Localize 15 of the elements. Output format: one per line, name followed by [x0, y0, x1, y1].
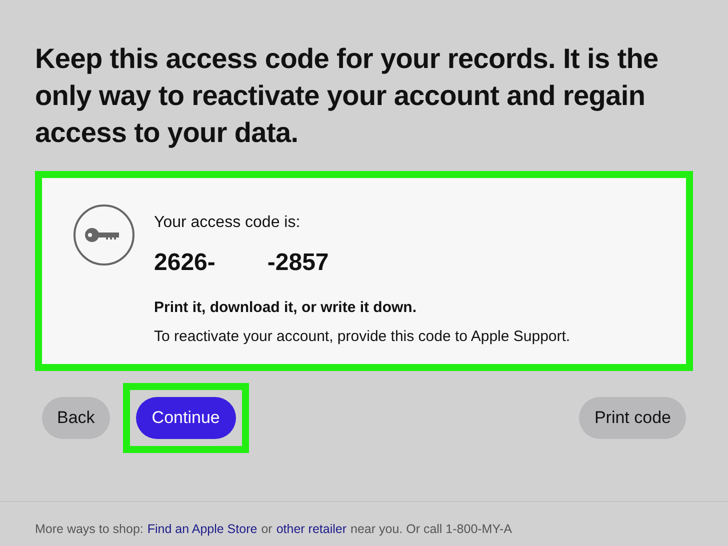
access-code: -2857: [267, 248, 329, 278]
footer-text: near you. Or call 1-800-MY-A: [350, 521, 512, 538]
note-text: To reactivate your account, provide this code to Apple Support.: [154, 326, 570, 346]
key-icon: [72, 203, 136, 267]
code-label: Your access code is:: [154, 213, 302, 233]
footer-link[interactable]: Find an Apple Store: [147, 520, 258, 539]
instruction-text: Print it, download it, or write it down.: [154, 298, 418, 318]
footer-text: or: [261, 521, 272, 538]
secondary-button[interactable]: Back: [42, 397, 110, 438]
secondary-button[interactable]: Print code: [579, 397, 686, 438]
access-code: 2626-: [154, 248, 216, 278]
heading: Keep this access code for your records. It is the only way to reactivate your account and regain access to your data.: [35, 42, 660, 150]
continue-button[interactable]: Continue: [136, 397, 236, 438]
footer-text: More ways to shop:: [35, 521, 144, 538]
footer-link[interactable]: other retailer: [276, 520, 346, 539]
